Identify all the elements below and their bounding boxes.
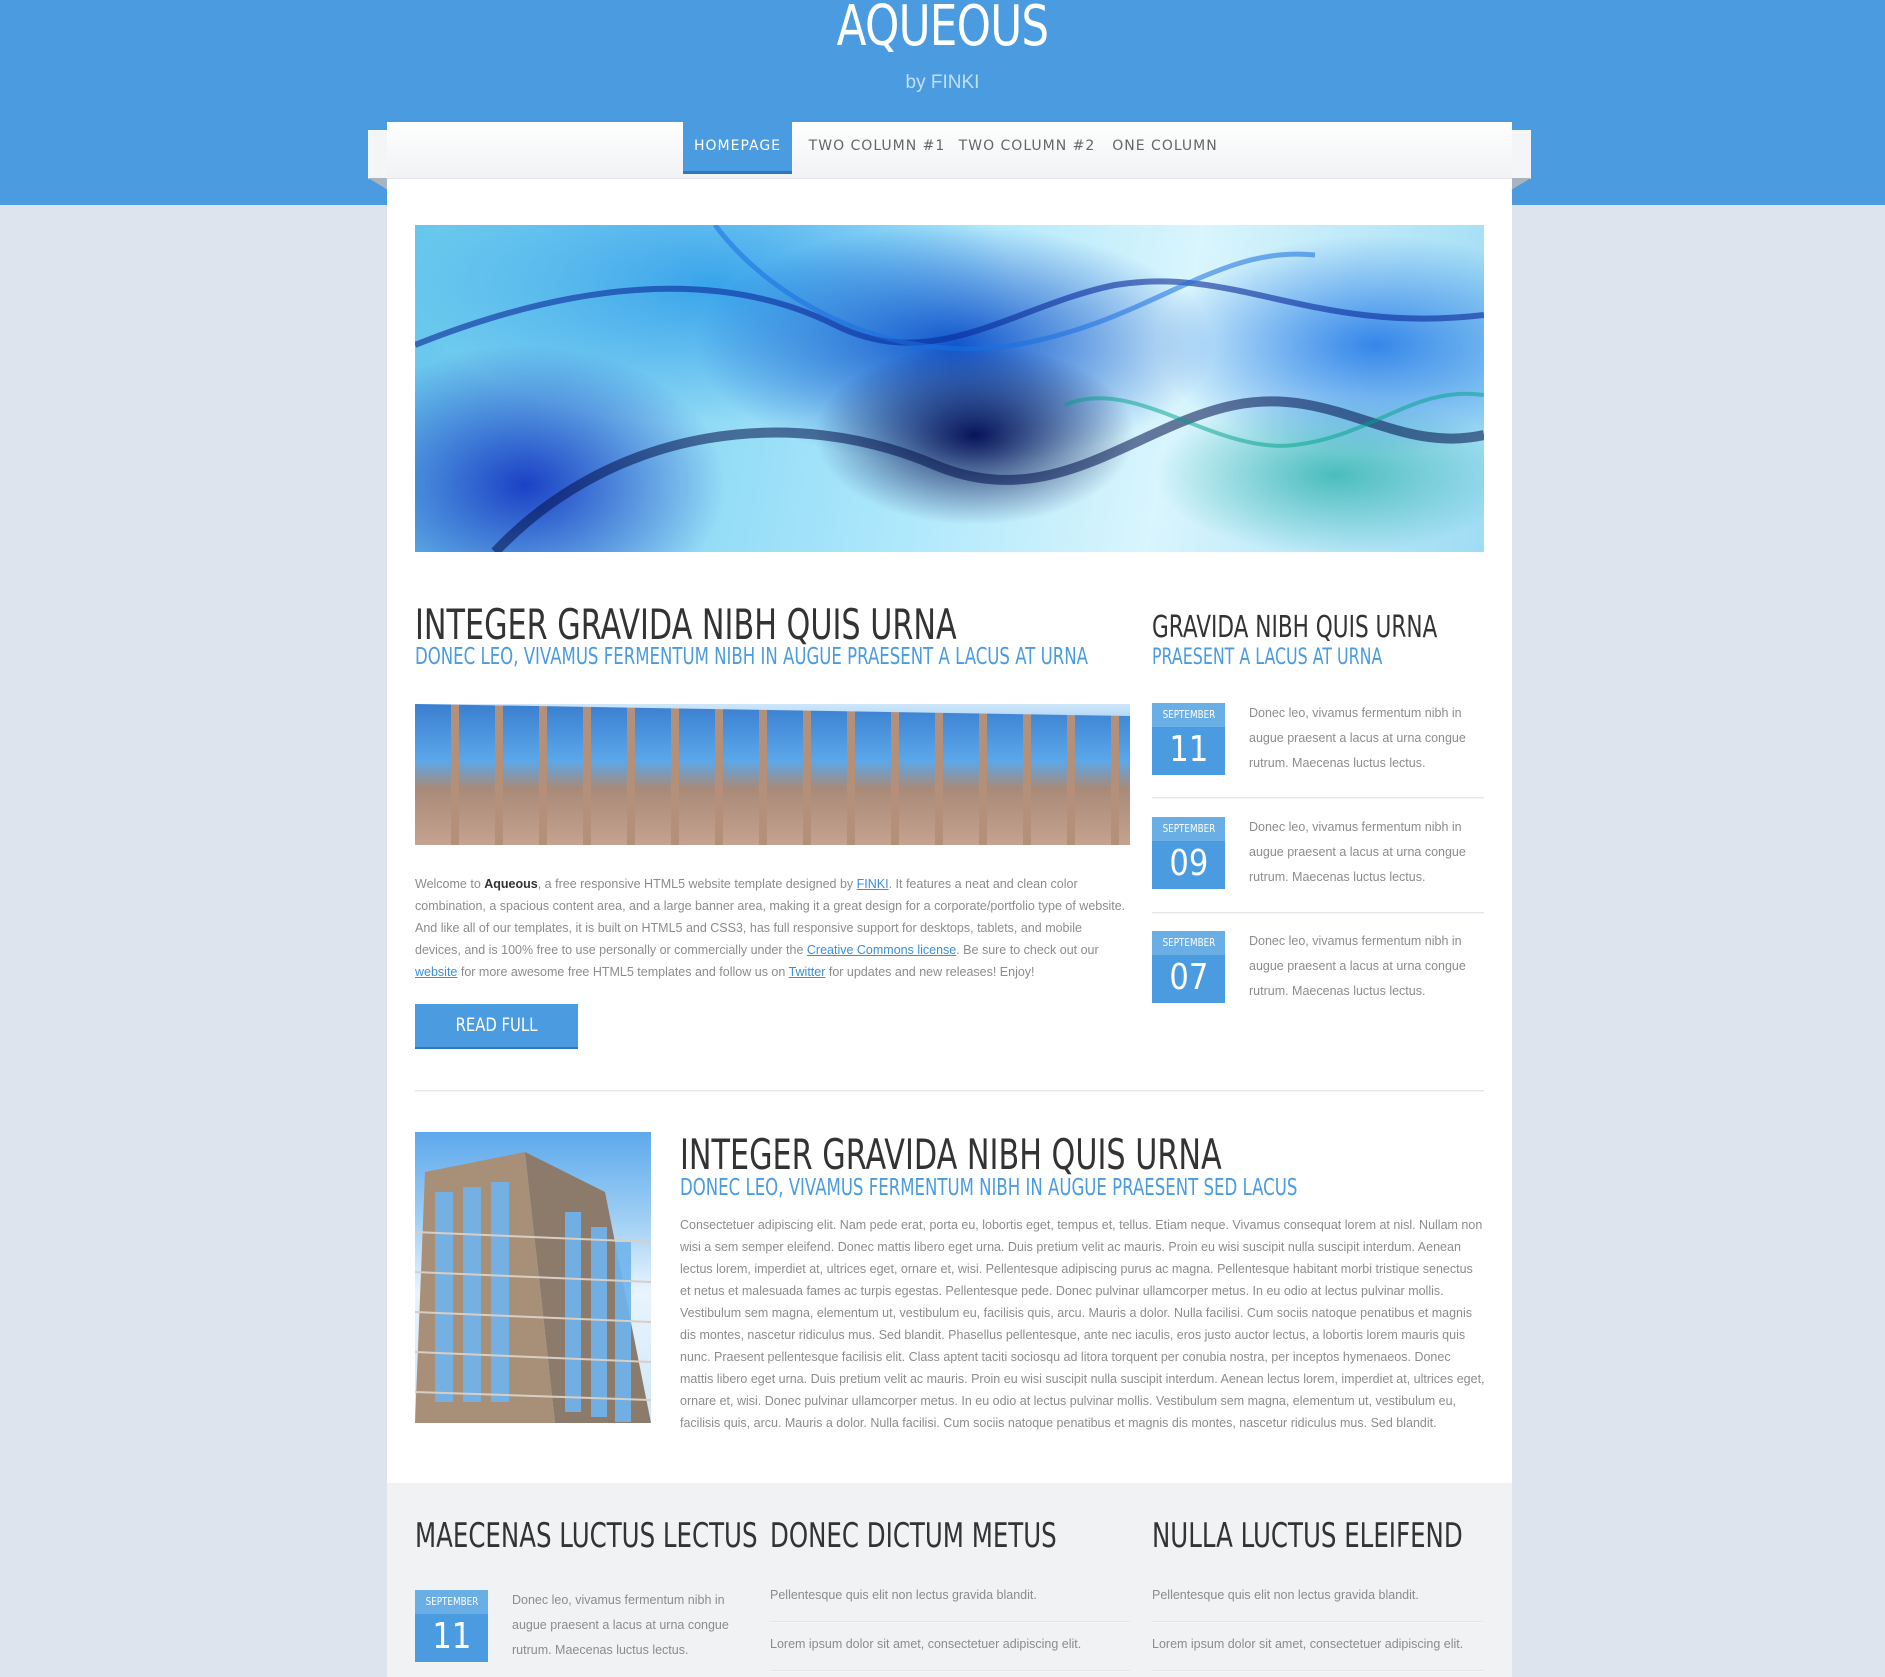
footer-col1-text: Donec leo, vivamus fermentum nibh in aug… [512, 1593, 729, 1657]
footer-divider [1152, 1670, 1484, 1672]
article-image [415, 704, 1130, 845]
date-day: 11 [1169, 729, 1208, 770]
date-day: 09 [1169, 843, 1208, 884]
article-title[interactable]: INTEGER GRAVIDA NIBH QUIS URNA [415, 600, 957, 649]
site-title[interactable]: AQUEOUS [207, 0, 1677, 59]
date-month: SEPTEMBER [1152, 931, 1225, 955]
article2-title[interactable]: INTEGER GRAVIDA NIBH QUIS URNA [680, 1130, 1222, 1179]
footer-col1-title: MAECENAS LUCTUS LECTUS [415, 1516, 758, 1556]
footer-col2-item[interactable]: Pellentesque quis elit non lectus gravid… [770, 1588, 1037, 1602]
article-subtitle: DONEC LEO, VIVAMUS FERMENTUM NIBH IN AUG… [415, 644, 1088, 670]
nav-fold-left [368, 178, 388, 190]
sidebar-subtitle: PRAESENT A LACUS AT URNA [1152, 645, 1383, 670]
nav-ribbon-right [1511, 130, 1531, 179]
website-link[interactable]: website [415, 965, 457, 979]
intro-brand: Aqueous [484, 877, 538, 891]
footer-col2-title: DONEC DICTUM METUS [770, 1516, 1057, 1556]
hero-banner-image [415, 225, 1484, 552]
article-intro-text: Welcome to Aqueous, a free responsive HT… [415, 873, 1130, 983]
date-month: SEPTEMBER [415, 1590, 488, 1614]
nav-item-two-column-1[interactable]: TWO COLUMN #1 [807, 122, 947, 170]
nav-fold-right [1511, 178, 1531, 190]
nav-ribbon-left [368, 130, 388, 179]
sidebar-post-text: Donec leo, vivamus fermentum nibh in aug… [1249, 934, 1466, 998]
intro-text-6: for updates and new releases! Enjoy! [825, 965, 1035, 979]
creative-commons-link[interactable]: Creative Commons license [807, 943, 956, 957]
date-month: SEPTEMBER [1152, 703, 1225, 727]
nav-item-homepage[interactable]: HOMEPAGE [683, 122, 792, 174]
sidebar-divider [1152, 797, 1484, 799]
date-badge: SEPTEMBER 09 [1152, 817, 1225, 889]
site-byline: by FINKI [905, 72, 980, 93]
footer-divider [1152, 1621, 1484, 1623]
footer-col3-item[interactable]: Lorem ipsum dolor sit amet, consectetuer… [1152, 1637, 1463, 1651]
twitter-link[interactable]: Twitter [789, 965, 826, 979]
intro-text-2: , a free responsive HTML5 website templa… [537, 877, 857, 891]
intro-text-5: for more awesome free HTML5 templates an… [457, 965, 789, 979]
date-badge: SEPTEMBER 11 [415, 1590, 488, 1662]
date-badge: SEPTEMBER 11 [1152, 703, 1225, 775]
nav-item-one-column[interactable]: ONE COLUMN [1104, 122, 1226, 170]
date-month: SEPTEMBER [1152, 817, 1225, 841]
intro-text-1: Welcome to [415, 877, 485, 891]
date-badge: SEPTEMBER 07 [1152, 931, 1225, 1003]
read-full-article-label: READ FULL ARTICLE [455, 1014, 538, 1079]
sidebar-divider [1152, 912, 1484, 914]
article2-image [415, 1132, 651, 1423]
sidebar-post-text: Donec leo, vivamus fermentum nibh in aug… [1249, 706, 1466, 770]
footer-divider [770, 1670, 1130, 1672]
article2-subtitle: DONEC LEO, VIVAMUS FERMENTUM NIBH IN AUG… [680, 1175, 1298, 1201]
read-full-article-button[interactable]: READ FULL ARTICLE [415, 1004, 578, 1079]
sidebar-title: GRAVIDA NIBH QUIS URNA [1152, 610, 1438, 645]
nav-item-two-column-2[interactable]: TWO COLUMN #2 [957, 122, 1097, 170]
footer-col3-title: NULLA LUCTUS ELEIFEND [1152, 1516, 1463, 1556]
finki-link[interactable]: FINKI [857, 877, 889, 891]
date-day: 07 [1169, 957, 1208, 998]
date-day: 11 [432, 1616, 471, 1657]
section-divider [415, 1090, 1484, 1092]
article-image-sky [415, 704, 1130, 716]
footer-col3-item[interactable]: Pellentesque quis elit non lectus gravid… [1152, 1588, 1419, 1602]
main-nav: HOMEPAGE TWO COLUMN #1 TWO COLUMN #2 ONE… [387, 122, 1512, 179]
sidebar-post-text: Donec leo, vivamus fermentum nibh in aug… [1249, 820, 1466, 884]
intro-text-4: . Be sure to check out our [956, 943, 1099, 957]
article2-body-text: Consectetuer adipiscing elit. Nam pede e… [680, 1218, 1485, 1430]
footer-divider [770, 1621, 1130, 1623]
footer-col2-item[interactable]: Lorem ipsum dolor sit amet, consectetuer… [770, 1637, 1081, 1651]
